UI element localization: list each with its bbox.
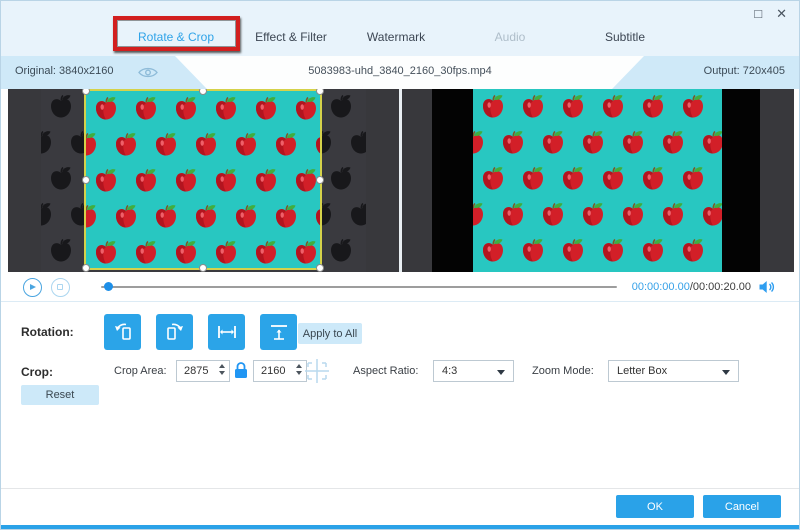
crop-handle-middle-right[interactable] (316, 176, 324, 184)
time-display: 00:00:00.00/00:00:20.00 (632, 281, 751, 293)
seek-handle[interactable] (104, 282, 113, 291)
ok-button[interactable]: OK (616, 495, 694, 518)
crop-label: Crop: (21, 365, 53, 379)
crop-selection-box[interactable] (84, 89, 322, 270)
info-bar: Original: 3840x2160 5083983-uhd_3840_216… (1, 56, 799, 89)
crop-handle-middle-left[interactable] (82, 176, 90, 184)
lock-aspect-button[interactable] (234, 361, 248, 384)
close-icon[interactable]: ✕ (776, 7, 787, 21)
lock-icon (234, 361, 248, 379)
flip-vertical-button[interactable] (260, 314, 297, 350)
crop-height-value: 2160 (261, 365, 285, 377)
crop-handle-bottom-center[interactable] (199, 264, 207, 272)
apply-to-all-button[interactable]: Apply to All (298, 323, 362, 344)
crop-position-icon (300, 358, 334, 384)
tab-effect-filter[interactable]: Effect & Filter (255, 30, 327, 44)
crop-handle-bottom-left[interactable] (82, 264, 90, 272)
maximize-icon[interactable]: □ (754, 7, 762, 21)
rotate-right-button[interactable] (156, 314, 193, 350)
chevron-down-icon (722, 370, 730, 375)
output-video-content (473, 89, 722, 272)
file-name: 5083983-uhd_3840_2160_30fps.mp4 (1, 65, 799, 77)
output-resolution-label: Output: 720x405 (704, 65, 785, 77)
tab-subtitle[interactable]: Subtitle (605, 30, 645, 44)
crop-height-input[interactable]: 2160 (253, 360, 307, 382)
aspect-ratio-select[interactable]: 4:3 (433, 360, 514, 382)
window-controls: □ ✕ (754, 7, 787, 21)
aspect-ratio-value: 4:3 (442, 365, 457, 377)
crop-width-stepper[interactable] (219, 364, 225, 375)
zoom-mode-value: Letter Box (617, 365, 667, 377)
output-video-frame (432, 89, 760, 272)
stop-icon (57, 284, 63, 290)
step-down-icon[interactable] (219, 371, 225, 375)
current-time: 00:00:00.00 (632, 281, 690, 293)
preview-divider (399, 89, 402, 272)
rotate-right-icon (163, 320, 187, 344)
volume-icon (758, 279, 775, 295)
aspect-ratio-label: Aspect Ratio: (353, 365, 418, 377)
rotation-label: Rotation: (21, 325, 74, 339)
tab-audio: Audio (495, 30, 526, 44)
crop-handle-bottom-right[interactable] (316, 264, 324, 272)
play-icon (30, 284, 36, 290)
step-up-icon[interactable] (219, 364, 225, 368)
tab-watermark[interactable]: Watermark (367, 30, 425, 44)
crop-width-input[interactable]: 2875 (176, 360, 230, 382)
play-button[interactable] (23, 278, 42, 297)
video-preview-area (8, 89, 794, 272)
rotate-left-icon (111, 320, 135, 344)
stop-button[interactable] (51, 278, 70, 297)
total-time: /00:00:20.00 (690, 281, 751, 293)
rotate-crop-dialog: Rotate & Crop Effect & Filter Watermark … (0, 0, 800, 530)
chevron-down-icon (497, 370, 505, 375)
cancel-button[interactable]: Cancel (703, 495, 781, 518)
tab-bar: Rotate & Crop Effect & Filter Watermark … (1, 1, 799, 56)
volume-button[interactable] (758, 279, 775, 300)
player-bar: 00:00:00.00/00:00:20.00 (1, 272, 799, 302)
crop-position-button[interactable] (300, 358, 334, 389)
flip-horizontal-icon (215, 320, 239, 344)
reset-button[interactable]: Reset (21, 385, 99, 405)
flip-vertical-icon (267, 320, 291, 344)
seek-bar[interactable] (101, 286, 617, 288)
footer-divider (1, 488, 799, 489)
zoom-mode-select[interactable]: Letter Box (608, 360, 739, 382)
zoom-mode-label: Zoom Mode: (532, 365, 594, 377)
window-bottom-border (1, 525, 799, 530)
rotate-left-button[interactable] (104, 314, 141, 350)
crop-width-value: 2875 (184, 365, 208, 377)
flip-horizontal-button[interactable] (208, 314, 245, 350)
crop-area-label: Crop Area: (114, 365, 167, 377)
tab-rotate-crop[interactable]: Rotate & Crop (138, 30, 214, 44)
